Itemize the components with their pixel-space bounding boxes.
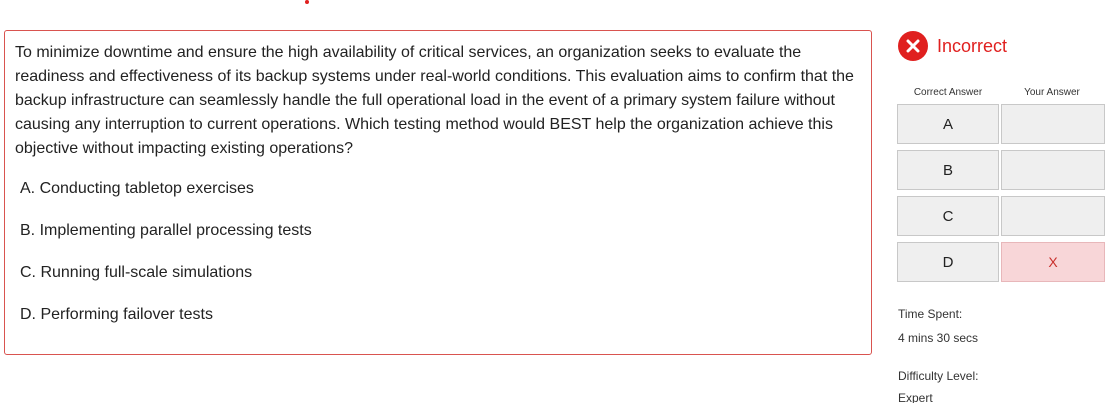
question-text: To minimize downtime and ensure the high… bbox=[15, 44, 854, 157]
decorative-dot bbox=[305, 0, 309, 4]
option-d[interactable]: D. Performing failover tests bbox=[20, 303, 840, 345]
your-answer-cell bbox=[1001, 104, 1105, 144]
your-answer-cell bbox=[1001, 196, 1105, 236]
time-spent-label: Time Spent: bbox=[898, 307, 963, 321]
your-answer-header: Your Answer bbox=[1024, 87, 1080, 98]
status-label: Incorrect bbox=[937, 35, 1008, 56]
correct-answer-cell: C bbox=[897, 196, 999, 236]
answer-grid: Correct Answer Your Answer A B C D X bbox=[897, 86, 1105, 288]
answer-row-c: C bbox=[897, 196, 1105, 242]
option-b[interactable]: B. Implementing parallel processing test… bbox=[20, 219, 840, 261]
answer-row-b: B bbox=[897, 150, 1105, 196]
correct-answer-cell: B bbox=[897, 150, 999, 190]
question-panel: To minimize downtime and ensure the high… bbox=[4, 30, 872, 355]
answer-row-a: A bbox=[897, 104, 1105, 150]
answer-options: A. Conducting tabletop exercises B. Impl… bbox=[20, 177, 840, 345]
answer-grid-header: Correct Answer Your Answer bbox=[897, 86, 1105, 104]
difficulty-value: Expert bbox=[898, 391, 933, 403]
time-spent-value: 4 mins 30 secs bbox=[898, 331, 979, 345]
correct-answer-header: Correct Answer bbox=[913, 87, 983, 98]
correct-answer-cell: D bbox=[897, 242, 999, 282]
option-a[interactable]: A. Conducting tabletop exercises bbox=[20, 177, 840, 219]
your-answer-cell bbox=[1001, 150, 1105, 190]
quiz-result-page: To minimize downtime and ensure the high… bbox=[0, 0, 1120, 403]
correct-answer-cell: A bbox=[897, 104, 999, 144]
answer-row-d: D X bbox=[897, 242, 1105, 288]
option-c[interactable]: C. Running full-scale simulations bbox=[20, 261, 840, 303]
your-answer-cell-wrong: X bbox=[1001, 242, 1105, 282]
result-status: Incorrect bbox=[898, 31, 1007, 61]
difficulty-label: Difficulty Level: bbox=[898, 369, 979, 383]
close-icon bbox=[898, 31, 928, 61]
